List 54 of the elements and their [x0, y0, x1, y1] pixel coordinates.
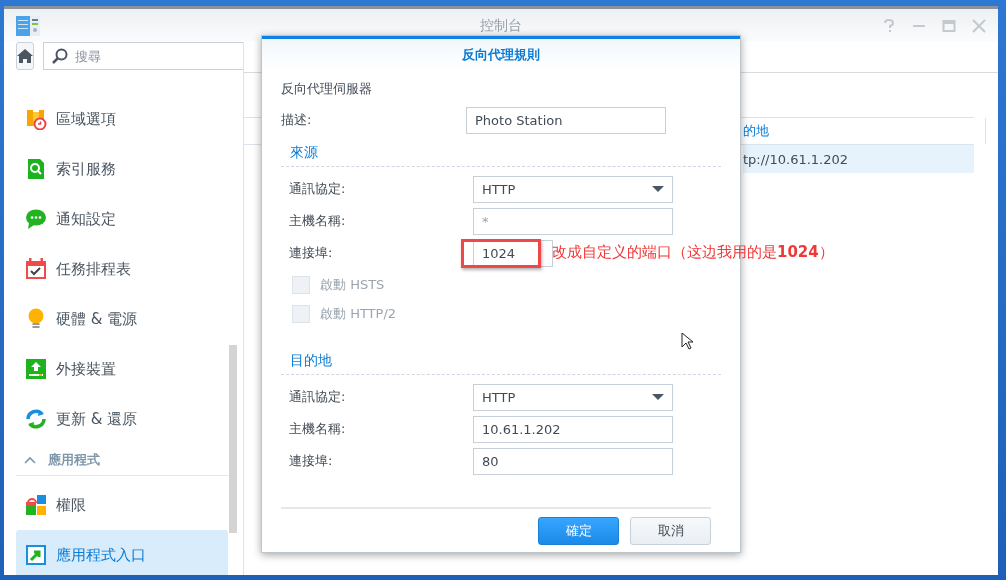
home-button[interactable] [16, 42, 34, 70]
dialog-title: 反向代理規則 [462, 45, 540, 64]
field-label: 連接埠: [289, 244, 334, 262]
mouse-cursor-icon [681, 332, 693, 350]
chat-bubble-icon [25, 208, 47, 230]
shortcut-arrow-icon [25, 544, 47, 566]
sidebar-item[interactable]: 索引服務 [16, 144, 228, 194]
table-cell[interactable]: tp://10.61.1.202 [743, 145, 974, 173]
checkbox-label: 啟動 HSTS [320, 275, 385, 294]
protocol-dropdown[interactable]: HTTP [473, 383, 673, 411]
sidebar-item[interactable]: 通知設定 [16, 194, 228, 244]
input-field[interactable]: * [473, 207, 673, 235]
section-title: 目的地 [290, 352, 332, 370]
column-header[interactable]: 的地 [743, 118, 986, 144]
dropdown-caret-icon [652, 394, 664, 400]
upload-drive-icon [25, 358, 47, 380]
calendar-check-icon [25, 258, 47, 280]
sidebar-item[interactable]: 更新 & 還原 [16, 394, 228, 444]
field-label: 通訊協定: [289, 388, 347, 406]
search-field[interactable]: 搜尋 [43, 42, 243, 70]
protocol-dropdown[interactable]: HTTP [473, 175, 673, 203]
field-label: 描述: [281, 111, 313, 129]
annotation-text: 改成自定义的端口（这边我用的是1024） [552, 242, 834, 262]
help-icon[interactable] [882, 18, 896, 33]
field-label: 連接埠: [289, 452, 334, 470]
document-search-icon [25, 158, 47, 180]
section-title: 來源 [290, 144, 318, 162]
field-label: 通訊協定: [289, 180, 347, 198]
sidebar-item[interactable]: 硬體 & 電源 [16, 294, 228, 344]
dropdown-caret-icon [652, 186, 664, 192]
checkbox-label: 啟動 HTTP/2 [320, 304, 397, 323]
field-label: 主機名稱: [289, 212, 347, 230]
home-icon [17, 48, 33, 64]
cancel-button[interactable]: 取消 [630, 517, 711, 545]
sidebar-item[interactable]: 任務排程表 [16, 244, 228, 294]
field-label: 主機名稱: [289, 420, 347, 438]
caret-icon[interactable] [24, 455, 36, 464]
map-clock-icon [25, 108, 47, 130]
sidebar-item[interactable]: 應用程式入口 [16, 530, 228, 575]
scrollbar[interactable] [229, 345, 237, 533]
close-icon[interactable] [972, 18, 986, 33]
input-field[interactable]: 80 [473, 447, 673, 475]
section-label: 反向代理伺服器 [281, 80, 372, 98]
lock-tiles-icon [25, 494, 47, 516]
sidebar-item[interactable]: 區域選項 [16, 94, 228, 144]
search-icon [52, 48, 68, 64]
input-field[interactable]: 10.61.1.202 [473, 415, 673, 443]
description-field[interactable]: Photo Station [466, 106, 666, 134]
refresh-icon [25, 408, 47, 430]
sidebar-item[interactable]: 外接裝置 [16, 344, 228, 394]
window-title: 控制台 [480, 16, 522, 33]
sidebar-item[interactable]: 權限 [16, 480, 228, 530]
app-logo-icon [16, 14, 40, 37]
maximize-icon[interactable] [942, 18, 956, 33]
